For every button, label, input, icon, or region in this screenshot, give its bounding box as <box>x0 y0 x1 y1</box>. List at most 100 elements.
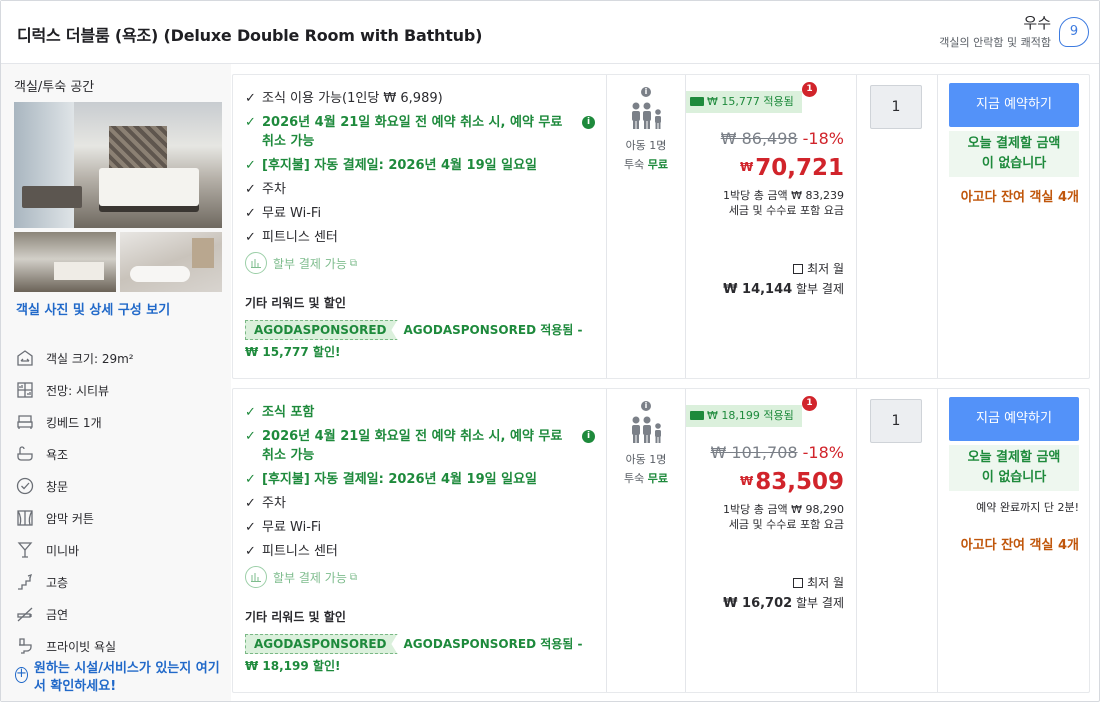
feature-label: 객실 크기: 29m² <box>46 351 134 366</box>
original-price: ₩ 101,708 -18% <box>710 443 844 462</box>
book-now-button[interactable]: 지금 예약하기 <box>949 397 1079 441</box>
child-capacity: 아동 1명 <box>625 453 667 466</box>
feature-room-size: 객실 크기: 29m² <box>15 342 225 374</box>
price-column: ₩ 18,199 적용됨 1 ₩ 101,708 -18% ₩83,509 1박… <box>686 389 856 692</box>
more-facilities-text[interactable]: 원하는 시설/서비스가 있는지 여기서 확인하세요! <box>34 660 225 696</box>
window-icon <box>15 476 35 496</box>
coupon-applied-badge[interactable]: ₩ 18,199 적용됨 <box>686 405 802 427</box>
booking-column: 지금 예약하기 오늘 결제할 금액 이 없습니다 예약 완료까지 단 2분! 아고… <box>938 389 1090 692</box>
bathtub-icon <box>15 444 35 464</box>
rewards-heading: 기타 리워드 및 할인 <box>245 296 346 310</box>
sponsor-discount: AGODASPONSORED AGODASPONSORED 적용됨 - ₩ 15,… <box>245 319 595 363</box>
bathroom-thumbnail-photo[interactable] <box>120 232 222 292</box>
coupon-icon <box>690 97 704 106</box>
final-price: ₩70,721 <box>739 155 844 181</box>
feature-label: 전망: 시티뷰 <box>46 383 110 398</box>
check-icon: ✓ <box>245 472 256 487</box>
feature-label: 금연 <box>46 607 69 622</box>
room-header: 디럭스 더블룸 (욕조) (Deluxe Double Room with Ba… <box>1 1 1099 64</box>
offer-perks: ✓ 조식 포함 ✓ 2026년 4월 21일 화요일 전 예약 취소 시, 예약 무… <box>245 403 595 588</box>
child-stay-free: 투숙 무료 <box>624 472 668 485</box>
rating-word: 우수 <box>1023 14 1051 32</box>
rewards-heading: 기타 리워드 및 할인 <box>245 610 346 624</box>
check-icon: ✓ <box>245 429 256 444</box>
child-stay-free: 투숙 무료 <box>624 158 668 171</box>
perk-item: ✓ 피트니스 센터 <box>245 230 338 245</box>
calendar-icon <box>793 578 804 588</box>
room-card: 디럭스 더블룸 (욕조) (Deluxe Double Room with Ba… <box>0 0 1100 702</box>
more-facilities-link[interactable]: + 원하는 시설/서비스가 있는지 여기서 확인하세요! <box>15 660 225 696</box>
perk-item: ✓ 조식 포함 <box>245 405 315 420</box>
installment-link[interactable]: 할부 결제 가능 ⧉ <box>245 566 595 588</box>
info-icon[interactable]: i <box>641 87 651 97</box>
city-view-icon <box>15 380 35 400</box>
check-icon: ✓ <box>245 405 256 420</box>
no-smoking-icon <box>15 604 35 624</box>
check-icon: ✓ <box>245 91 256 106</box>
check-icon: ✓ <box>245 520 256 535</box>
perk-item: ✓ 피트니스 센터 <box>245 544 338 559</box>
view-photos-link[interactable]: 객실 사진 및 상세 구성 보기 <box>16 299 170 318</box>
installment-link[interactable]: 할부 결제 가능 ⧉ <box>245 252 595 274</box>
occupancy-column: i 아동 1명 투숙 무료 <box>607 389 685 692</box>
monthly-installment: ₩ 14,144 할부 결제 <box>723 282 844 297</box>
check-icon: ✓ <box>245 158 256 173</box>
occupancy-column: i 아동 1명 투숙 무료 <box>607 75 685 378</box>
occupancy-people-icon <box>632 416 661 443</box>
per-night-total: 1박당 총 금액 ₩ 83,239 세금 및 수수료 포함 요금 <box>723 189 844 217</box>
price-column: ₩ 15,777 적용됨 1 ₩ 86,498 -18% ₩70,721 1박당… <box>686 75 856 378</box>
check-icon: ✓ <box>245 544 256 559</box>
rate-offer: ✓ 조식 포함 ✓ 2026년 4월 21일 화요일 전 예약 취소 시, 예약 무… <box>232 388 1090 693</box>
child-capacity: 아동 1명 <box>625 139 667 152</box>
feature-no-smoking: 금연 <box>15 598 225 630</box>
installment-icon <box>245 566 267 588</box>
feature-label: 창문 <box>46 479 69 494</box>
lowest-monthly-label: 최저 월 <box>793 260 844 277</box>
offer-perks: ✓ 조식 이용 가능(1인당 ₩ 6,989) ✓ 2026년 4월 21일 화요일… <box>245 89 595 274</box>
bed-icon <box>15 412 35 432</box>
pay-nothing-today: 오늘 결제할 금액 이 없습니다 <box>949 445 1079 491</box>
room-quantity-select[interactable]: 1 <box>870 399 922 443</box>
plus-circle-icon: + <box>15 666 28 683</box>
booking-column: 지금 예약하기 오늘 결제할 금액 이 없습니다 아고다 잔여 객실 4개 <box>938 75 1090 378</box>
feature-view: 전망: 시티뷰 <box>15 374 225 406</box>
rating-score-badge: 9 <box>1059 17 1089 47</box>
room-main-photo[interactable] <box>14 102 222 228</box>
perk-item: ✓ 조식 이용 가능(1인당 ₩ 6,989) <box>245 91 443 106</box>
info-icon[interactable]: i <box>582 430 595 443</box>
coupon-applied-badge[interactable]: ₩ 15,777 적용됨 <box>686 91 802 113</box>
coupon-count-badge: 1 <box>802 82 817 97</box>
info-icon[interactable]: i <box>641 401 651 411</box>
sponsor-tag: AGODASPONSORED <box>245 320 398 340</box>
info-icon[interactable]: i <box>582 116 595 129</box>
book-now-button[interactable]: 지금 예약하기 <box>949 83 1079 127</box>
feature-window: 창문 <box>15 470 225 502</box>
perk-item: ✓ [후지불] 자동 결제일: 2026년 4월 19일 일요일 <box>245 472 537 487</box>
feature-label: 욕조 <box>46 447 69 462</box>
perk-item: ✓ 2026년 4월 21일 화요일 전 예약 취소 시, 예약 무료 취소 가능… <box>245 113 595 151</box>
rate-offer: ✓ 조식 이용 가능(1인당 ₩ 6,989) ✓ 2026년 4월 21일 화요일… <box>232 74 1090 379</box>
coupon-count-badge: 1 <box>802 396 817 411</box>
feature-label: 미니바 <box>46 543 80 558</box>
check-icon: ✓ <box>245 115 256 130</box>
feature-high-floor: 고층 <box>15 566 225 598</box>
rooms-left-notice: 아고다 잔여 객실 4개 <box>960 538 1079 553</box>
sponsor-discount: AGODASPONSORED AGODASPONSORED 적용됨 - ₩ 18,… <box>245 633 595 677</box>
feature-label: 암막 커튼 <box>46 511 94 526</box>
room-size-icon <box>15 348 35 368</box>
room-thumbnail-photo[interactable] <box>14 232 116 292</box>
booking-countdown: 예약 완료까지 단 2분! <box>976 501 1079 514</box>
feature-label: 고층 <box>46 575 69 590</box>
room-quantity-select[interactable]: 1 <box>870 85 922 129</box>
feature-label: 킹베드 1개 <box>46 415 102 430</box>
perk-item: ✓ 주차 <box>245 182 286 197</box>
external-link-icon: ⧉ <box>349 571 358 583</box>
minibar-icon <box>15 540 35 560</box>
external-link-icon: ⧉ <box>349 257 358 269</box>
final-price: ₩83,509 <box>739 469 844 495</box>
private-bathroom-icon <box>15 636 35 656</box>
check-icon: ✓ <box>245 496 256 511</box>
coupon-icon <box>690 411 704 420</box>
rating-subtitle: 객실의 안락함 및 쾌적함 <box>939 36 1051 49</box>
perk-item: ✓ [후지불] 자동 결제일: 2026년 4월 19일 일요일 <box>245 158 537 173</box>
